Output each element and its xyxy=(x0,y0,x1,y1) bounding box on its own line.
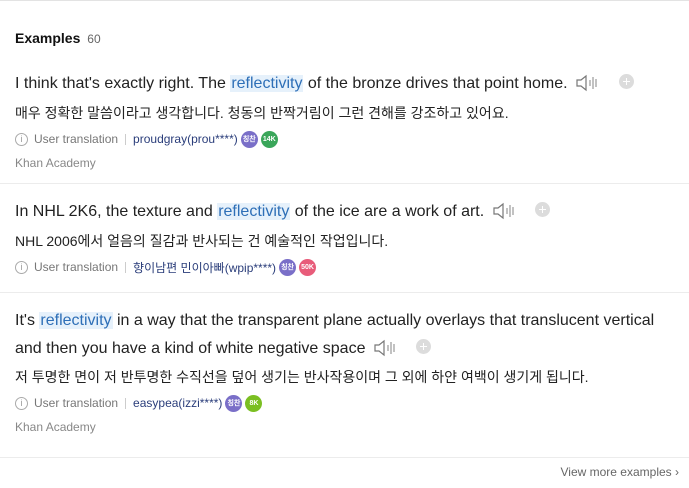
example-sentence: In NHL 2K6, the texture and reflectivity… xyxy=(15,200,675,227)
translation-meta: i User translation easypea(izzi****) 칭찬 … xyxy=(15,394,675,412)
praise-badge: 칭찬 xyxy=(240,130,258,148)
translator-link[interactable]: proudgray(prou****) xyxy=(133,132,238,146)
example-source: Khan Academy xyxy=(15,156,96,170)
divider xyxy=(125,133,127,145)
translation-meta: i User translation proudgray(prou****) 칭… xyxy=(15,130,675,148)
praise-badge: 칭찬 xyxy=(225,394,243,412)
info-icon[interactable]: i xyxy=(15,396,28,410)
translation-label: User translation xyxy=(34,132,119,146)
keyword-highlight: reflectivity xyxy=(217,203,291,220)
score-badge: 8K xyxy=(245,394,263,412)
keyword-highlight: reflectivity xyxy=(39,312,113,329)
info-icon[interactable]: i xyxy=(15,260,28,274)
speaker-icon[interactable] xyxy=(576,74,600,99)
add-icon[interactable] xyxy=(618,74,634,89)
add-icon[interactable] xyxy=(416,339,432,354)
examples-count: 60 xyxy=(87,32,101,46)
praise-badge: 칭찬 xyxy=(279,258,297,276)
translation-label: User translation xyxy=(34,260,119,274)
sentence-text: of the bronze drives that point home. xyxy=(303,75,568,92)
example-translation: 매우 정확한 말씀이라고 생각합니다. 청동의 반짝거림이 그런 견해를 강조하… xyxy=(15,105,509,121)
translation-label: User translation xyxy=(34,396,119,410)
example-translation: 저 투명한 면이 저 반투명한 수직선을 덮어 생기는 반사작용이며 그 외에 … xyxy=(15,369,589,385)
divider xyxy=(0,457,689,458)
example-item: In NHL 2K6, the texture and reflectivity… xyxy=(15,200,675,276)
sentence-text: In NHL 2K6, the texture and xyxy=(15,203,218,220)
example-item: I think that's exactly right. The reflec… xyxy=(15,72,675,170)
example-item: It's reflectivity in a way that the tran… xyxy=(15,307,675,434)
speaker-icon[interactable] xyxy=(374,339,398,367)
sentence-text: of the ice are a work of art. xyxy=(290,203,485,220)
add-icon[interactable] xyxy=(535,202,551,217)
info-icon[interactable]: i xyxy=(15,132,28,146)
view-more-examples-link[interactable]: View more examples › xyxy=(561,465,680,479)
score-badge: 14K xyxy=(260,130,278,148)
divider xyxy=(125,261,127,273)
speaker-icon[interactable] xyxy=(493,202,517,227)
divider xyxy=(0,292,689,293)
example-sentence: I think that's exactly right. The reflec… xyxy=(15,72,675,99)
translator-link[interactable]: 향이남편 민이아빠(wpip****) xyxy=(133,259,276,276)
section-title: Examples xyxy=(15,30,81,46)
example-sentence: It's reflectivity in a way that the tran… xyxy=(15,307,675,367)
top-border xyxy=(0,0,689,1)
score-badge: 50K xyxy=(299,258,317,276)
divider xyxy=(0,183,689,184)
translator-link[interactable]: easypea(izzi****) xyxy=(133,396,222,410)
example-translation: NHL 2006에서 얼음의 질감과 반사되는 건 예술적인 작업입니다. xyxy=(15,233,389,249)
sentence-text: I think that's exactly right. The xyxy=(15,75,231,92)
translation-meta: i User translation 향이남편 민이아빠(wpip****) 칭… xyxy=(15,258,675,276)
example-source: Khan Academy xyxy=(15,420,96,434)
keyword-highlight: reflectivity xyxy=(230,75,304,92)
divider xyxy=(125,397,127,409)
sentence-text: It's xyxy=(15,312,40,329)
examples-header: Examples 60 xyxy=(15,30,101,46)
